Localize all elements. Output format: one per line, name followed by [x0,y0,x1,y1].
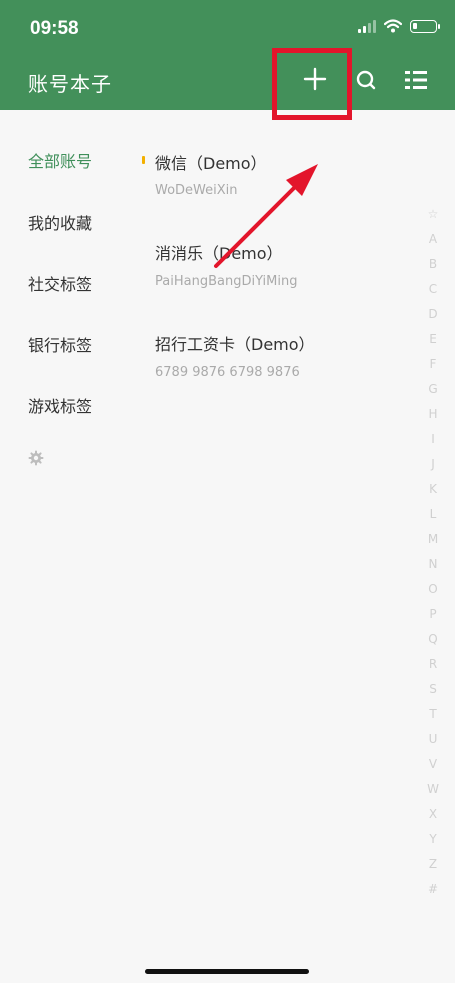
index-letter[interactable]: Y [424,827,442,852]
status-icons [358,19,440,33]
index-letter[interactable]: D [424,302,442,327]
sidebar-item-favorites[interactable]: 我的收藏 [28,210,92,234]
index-letter[interactable]: E [424,327,442,352]
index-letter[interactable]: V [424,752,442,777]
index-letter[interactable]: G [424,377,442,402]
index-letter[interactable]: X [424,802,442,827]
sidebar-item-social[interactable]: 社交标签 [28,271,92,295]
index-letter[interactable]: F [424,352,442,377]
index-letter[interactable]: J [424,452,442,477]
index-letter[interactable]: A [424,227,442,252]
gear-icon[interactable] [28,450,44,466]
index-letter[interactable]: P [424,602,442,627]
index-letter[interactable]: S [424,677,442,702]
index-letter[interactable]: L [424,502,442,527]
app-header: 09:58 账号本子 [0,0,455,110]
index-letter[interactable]: # [424,877,442,902]
index-letter[interactable]: O [424,577,442,602]
home-indicator[interactable] [145,969,309,974]
index-letter[interactable]: H [424,402,442,427]
alphabet-index[interactable]: ☆ A B C D E F G H I J K L M N O P Q R S T U V W X Y Z # [424,202,442,902]
index-letter[interactable]: B [424,252,442,277]
index-letter[interactable]: N [424,552,442,577]
sidebar-item-game[interactable]: 游戏标签 [28,393,92,417]
highlight-box [272,48,352,120]
selection-marker [142,156,145,164]
index-letter[interactable]: Z [424,852,442,877]
status-time: 09:58 [30,18,79,39]
wifi-icon [384,19,402,33]
search-icon[interactable] [355,69,377,91]
index-letter[interactable]: U [424,727,442,752]
index-letter[interactable]: I [424,427,442,452]
battery-icon [410,19,440,33]
index-letter[interactable]: ☆ [424,202,442,227]
signal-icon [358,19,376,33]
index-letter[interactable]: W [424,777,442,802]
sidebar-item-bank[interactable]: 银行标签 [28,332,92,356]
index-letter[interactable]: R [424,652,442,677]
menu-icon[interactable] [404,69,428,91]
index-letter[interactable]: K [424,477,442,502]
index-letter[interactable]: Q [424,627,442,652]
account-name-salary-card[interactable]: 招行工资卡（Demo） [155,331,315,355]
index-letter[interactable]: C [424,277,442,302]
index-letter[interactable]: M [424,527,442,552]
sidebar-item-all[interactable]: 全部账号 [28,148,92,172]
index-letter[interactable]: T [424,702,442,727]
page-title: 账号本子 [28,72,112,96]
account-sub-salary-card: 6789 9876 6798 9876 [155,365,300,380]
annotation-arrow-icon [214,164,318,268]
